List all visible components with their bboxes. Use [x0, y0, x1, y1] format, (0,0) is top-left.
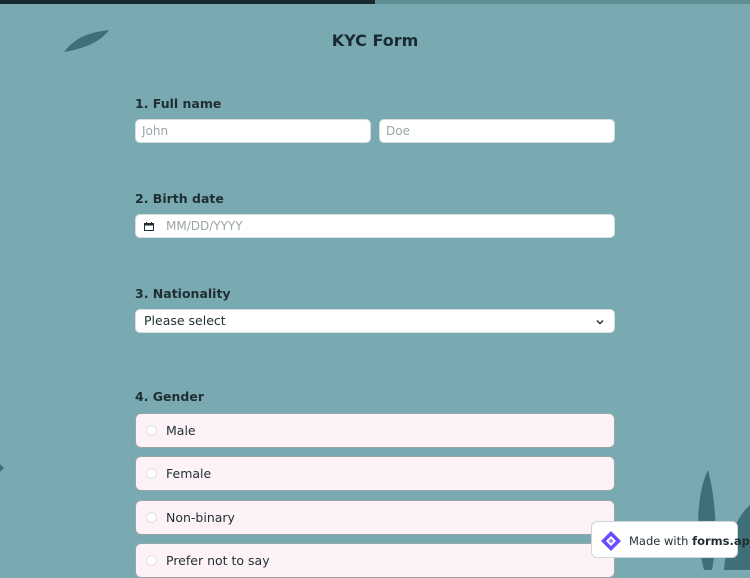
last-name-placeholder: Doe	[386, 124, 410, 138]
chevron-down-icon	[596, 320, 604, 325]
question-label-full-name: 1. Full name	[135, 96, 222, 111]
badge-made-with: Made with	[629, 534, 689, 548]
last-name-input[interactable]: Doe	[379, 119, 615, 143]
badge-text: Made with forms.app	[629, 534, 750, 548]
formsapp-logo-icon	[601, 531, 621, 551]
gender-option-label: Prefer not to say	[166, 553, 270, 568]
gender-option-label: Male	[166, 423, 196, 438]
question-label-nationality: 3. Nationality	[135, 286, 231, 301]
gender-option-non-binary[interactable]: Non-binary	[135, 500, 615, 535]
progress-bar	[0, 0, 750, 4]
gender-option-prefer-not-to-say[interactable]: Prefer not to say	[135, 543, 615, 578]
nationality-selected-value: Please select	[144, 313, 226, 328]
gender-option-female[interactable]: Female	[135, 456, 615, 491]
birth-date-input[interactable]: MM/DD/YYYY	[135, 214, 615, 238]
progress-bar-fill	[0, 0, 375, 4]
first-name-placeholder: John	[142, 124, 169, 138]
birth-date-placeholder: MM/DD/YYYY	[166, 219, 243, 233]
leaf-decoration-icon	[0, 464, 4, 472]
question-label-gender: 4. Gender	[135, 389, 205, 404]
nationality-select[interactable]: Please select	[135, 309, 615, 333]
gender-option-male[interactable]: Male	[135, 413, 615, 448]
question-label-birth-date: 2. Birth date	[135, 191, 224, 206]
first-name-input[interactable]: John	[135, 119, 371, 143]
radio-button[interactable]	[146, 425, 157, 436]
badge-brand: forms.app	[692, 534, 750, 548]
calendar-icon	[144, 222, 154, 231]
radio-button[interactable]	[146, 468, 157, 479]
form-title: KYC Form	[331, 31, 419, 50]
made-with-formsapp-badge[interactable]: Made with forms.app	[591, 521, 750, 558]
gender-option-label: Female	[166, 466, 212, 481]
radio-button[interactable]	[146, 555, 157, 566]
gender-option-label: Non-binary	[166, 510, 235, 525]
radio-button[interactable]	[146, 512, 157, 523]
